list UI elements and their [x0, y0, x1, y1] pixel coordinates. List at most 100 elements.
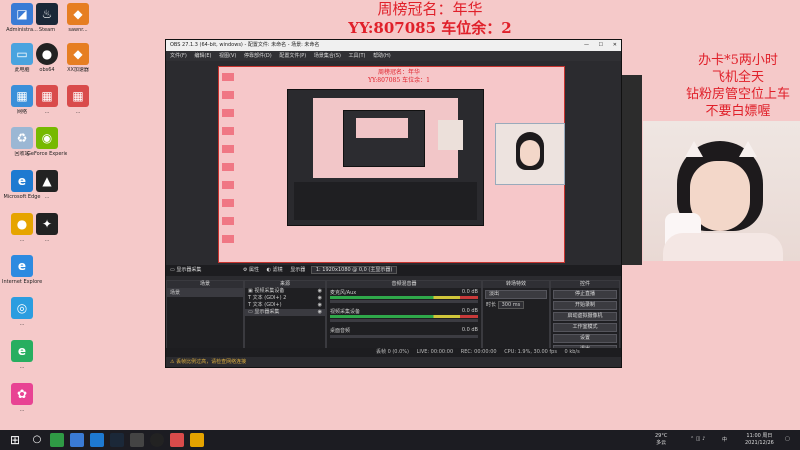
eye-icon[interactable]: ◉	[318, 288, 322, 295]
taskbar-app-icon[interactable]	[170, 433, 184, 447]
filter-icon[interactable]: ◐	[267, 267, 271, 273]
app-icon-4[interactable]: ▲...	[27, 170, 67, 200]
filters-button[interactable]: 滤镜	[273, 267, 283, 273]
menu-scene-collection[interactable]: 场景集合(S)	[314, 53, 341, 59]
tray-icons[interactable]: ⌃ ◫ ♪	[690, 436, 705, 442]
eye-icon[interactable]: ◉	[318, 309, 322, 316]
nested-obs-window	[287, 89, 484, 226]
webcam-feed	[643, 121, 800, 261]
preview-overlay-line2: YY:807085 车位余：1	[368, 77, 430, 84]
transition-select[interactable]: 淡出	[485, 290, 547, 299]
source-item[interactable]: ▣ 视频采集设备 ◉	[245, 288, 325, 295]
duration-row: 时长 300 ms	[483, 301, 549, 309]
app-icon-1[interactable]: ◆ sawnr...	[58, 3, 98, 33]
minimize-button[interactable]: —	[584, 40, 589, 51]
menu-edit[interactable]: 编辑(E)	[194, 53, 211, 59]
app-logo-icon: e	[11, 340, 33, 362]
menu-file[interactable]: 文件(F)	[170, 53, 187, 59]
duration-input[interactable]: 300 ms	[497, 301, 525, 309]
transitions-header: 转场特效	[483, 281, 549, 288]
windows-start-icon[interactable]: ⊞	[8, 433, 22, 447]
app-logo-icon: ◎	[11, 297, 33, 319]
display-select[interactable]: 1: 1920x1080 @ 0,0 (主显示器)	[310, 266, 398, 274]
clock[interactable]: 11:00 周日 2021/12/26	[745, 433, 774, 447]
ie-logo-icon: e	[11, 255, 33, 277]
cpu-fps: CPU: 1.9%, 30.00 fps	[504, 349, 557, 355]
preview-overlay-line1: 周榜冠名：年华	[377, 69, 420, 76]
weekly-sponsor-title: 周榜冠名：年华	[377, 0, 483, 18]
app-logo-icon: ▲	[36, 170, 58, 192]
properties-button[interactable]: 属性	[249, 267, 259, 273]
app-icon-9[interactable]: ✿...	[2, 383, 42, 413]
source-item[interactable]: ▭ 显示器采集 ◉	[245, 309, 325, 316]
gear-icon[interactable]: ⚙	[243, 267, 247, 273]
eye-icon[interactable]: ◉	[318, 302, 322, 309]
preview-webcam-source[interactable]	[495, 123, 565, 185]
geforce-icon[interactable]: ◉GeForce Experience	[27, 127, 67, 157]
virtual-camera-button[interactable]: 启动虚拟摄像机	[553, 312, 617, 321]
app-icon-7[interactable]: ◎...	[2, 297, 42, 327]
obs-logo-icon: ●	[36, 43, 58, 65]
mixer-channel: 视频采集设备 0.0 dB	[327, 307, 481, 323]
menu-docks[interactable]: 停靠部件(D)	[244, 53, 272, 59]
menu-tools[interactable]: 工具(T)	[349, 53, 366, 59]
webcam-shoulders	[663, 233, 783, 261]
input-language[interactable]: 中	[722, 436, 727, 443]
scenes-header: 场景	[167, 281, 243, 288]
obs-statusbar: 丢帧 0 (0.0%) LIVE: 00:00:00 REC: 00:00:00…	[166, 348, 621, 357]
close-button[interactable]: ✕	[613, 40, 617, 51]
start-recording-button[interactable]: 开始录制	[553, 301, 617, 310]
ie-icon[interactable]: e Internet Explorer	[2, 255, 42, 285]
studio-mode-button[interactable]: 工作室模式	[553, 323, 617, 332]
volume-slider[interactable]	[330, 319, 478, 322]
obs-title-text: OBS 27.1.3 (64-bit, windows) - 配置文件: 未命名…	[170, 42, 320, 48]
taskbar-steam-icon[interactable]	[110, 433, 124, 447]
controls-header: 控件	[551, 281, 619, 288]
nested-docks	[294, 182, 477, 220]
taskbar-app-icon[interactable]	[90, 433, 104, 447]
eye-icon[interactable]: ◉	[318, 295, 322, 302]
taskbar: ⊞ ○ 29°C 多云 ⌃ ◫ ♪ 中 11:00 周日 2021/12/26 …	[0, 430, 800, 450]
maximize-button[interactable]: ☐	[599, 40, 603, 51]
source-item[interactable]: T 文本 (GDI+) 2 ◉	[245, 295, 325, 302]
obs-notice-bar: ⚠ 丢帧比例过高，请检查网络连接	[166, 357, 621, 367]
warning-icon: ⚠	[170, 359, 175, 365]
taskbar-app-icon[interactable]	[70, 433, 84, 447]
search-icon[interactable]: ○	[30, 433, 44, 447]
app-icon-3[interactable]: ▦...	[58, 85, 98, 115]
app-icon-6[interactable]: ✦...	[27, 213, 67, 243]
right-note-2: 飞机全天	[711, 70, 764, 85]
obs-preview[interactable]: 周榜冠名：年华 YY:807085 车位余：1	[218, 66, 565, 263]
right-note-3: 钻粉房管空位上车	[685, 87, 790, 102]
app-logo-icon: ✿	[11, 383, 33, 405]
taskbar-app-icon[interactable]	[190, 433, 204, 447]
volume-slider[interactable]	[330, 300, 478, 303]
dropped-frames: 丢帧 0 (0.0%)	[376, 349, 409, 355]
menu-profile[interactable]: 配置文件(P)	[279, 53, 306, 59]
settings-button[interactable]: 设置	[553, 334, 617, 343]
taskbar-app-icon[interactable]	[50, 433, 64, 447]
scene-item[interactable]: 场景	[167, 288, 243, 297]
app-icon-8[interactable]: e...	[2, 340, 42, 370]
notification-icon[interactable]: ▢	[785, 436, 790, 442]
taskbar-obs-icon[interactable]	[150, 433, 164, 447]
preview-face	[520, 140, 540, 166]
nvidia-logo-icon: ◉	[36, 127, 58, 149]
weather-widget[interactable]: 29°C 多云	[655, 433, 667, 447]
app-logo-icon: ◆	[67, 3, 89, 25]
accelerator-icon[interactable]: ◆ XX加速器	[58, 43, 98, 73]
obs-window[interactable]: OBS 27.1.3 (64-bit, windows) - 配置文件: 未命名…	[165, 39, 622, 368]
sources-header: 来源	[245, 281, 325, 288]
yy-slots-text: YY:807085 车位余：2	[348, 19, 512, 37]
app-logo-icon: ▦	[36, 85, 58, 107]
volume-slider[interactable]	[330, 335, 478, 338]
app-logo-icon: ▦	[67, 85, 89, 107]
taskbar-app-icon[interactable]	[130, 433, 144, 447]
source-item[interactable]: T 文本 (GDI+) ◉	[245, 302, 325, 309]
app-logo-icon: ✦	[36, 213, 58, 235]
stop-streaming-button[interactable]: 停止直播	[553, 290, 617, 299]
menu-help[interactable]: 帮助(H)	[373, 53, 391, 59]
nested-preview-3	[356, 118, 408, 138]
source-toolbar: ▭ 显示器采集 ⚙ 属性 ◐ 滤镜 显示器 1: 1920x1080 @ 0,0…	[166, 265, 621, 276]
menu-view[interactable]: 视图(V)	[219, 53, 236, 59]
